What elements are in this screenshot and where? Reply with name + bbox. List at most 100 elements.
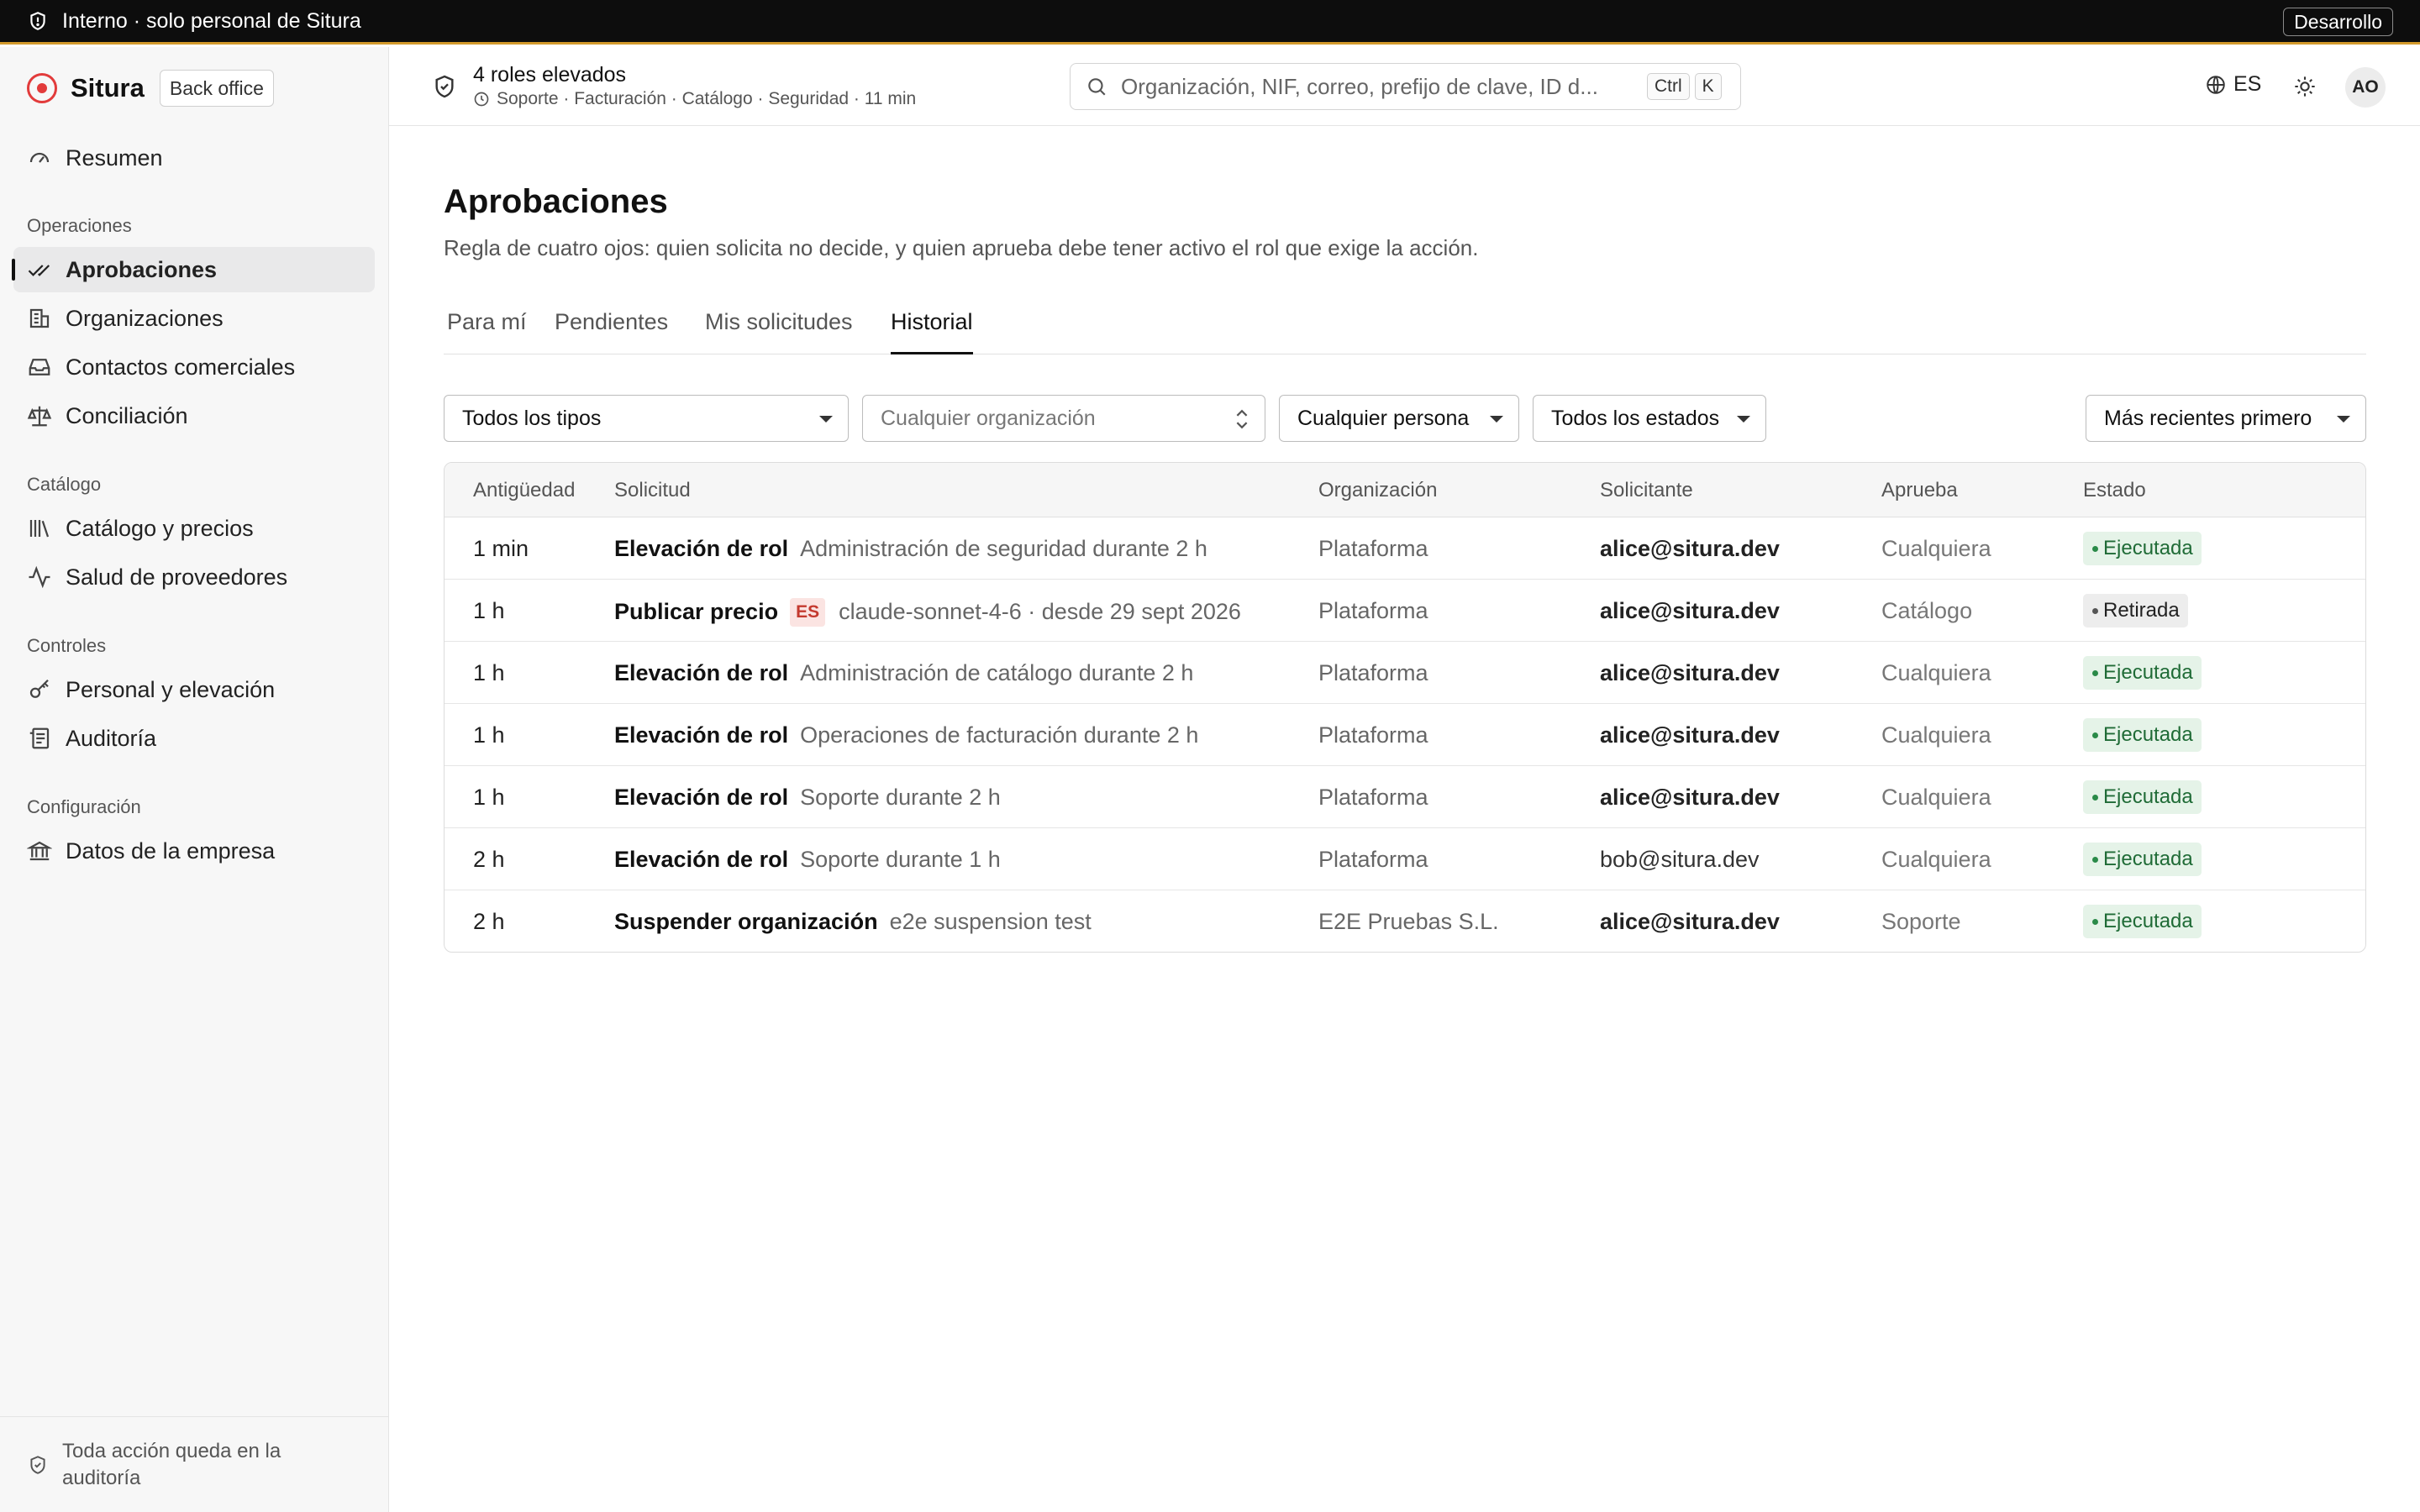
cell-request: Elevación de rol Soporte durante 2 h [614, 785, 1001, 811]
language-switcher[interactable]: ES [2205, 72, 2261, 97]
column-header-antiguedad[interactable]: Antigüedad [473, 479, 575, 502]
table-header: Antigüedad Solicitud Organización Solici… [445, 463, 2365, 517]
sidebar-item-label: Conciliación [66, 402, 188, 428]
activity-icon [29, 565, 50, 589]
elevated-roles-indicator[interactable]: 4 roles elevados Soporte · Facturación ·… [431, 62, 916, 111]
cell-requester: alice@situra.dev [1600, 785, 1780, 810]
sidebar-item-resumen[interactable]: Resumen [13, 135, 375, 181]
language-label: ES [2233, 72, 2262, 96]
gauge-icon [29, 152, 50, 163]
cell-approver: Cualquiera [1881, 536, 1991, 561]
column-header-solicitante[interactable]: Solicitante [1600, 479, 1693, 502]
type-filter-value: Todos los tipos [462, 406, 602, 430]
column-header-estado[interactable]: Estado [2083, 479, 2146, 502]
sidebar-item-personal-elevacion[interactable]: Personal y elevación [13, 667, 375, 712]
person-filter[interactable]: Cualquier persona [1279, 395, 1519, 442]
key-icon [29, 679, 49, 698]
cell-approver: Cualquiera [1881, 847, 1991, 872]
theme-toggle[interactable] [2291, 72, 2319, 101]
sidebar-item-aprobaciones[interactable]: Aprobaciones [12, 247, 375, 292]
chevron-down-icon [1490, 416, 1503, 423]
sidebar-item-datos-empresa[interactable]: Datos de la empresa [13, 828, 375, 874]
cell-approver: Soporte [1881, 909, 1961, 934]
cell-approver: Cualquiera [1881, 660, 1991, 685]
sidebar-item-label: Organizaciones [66, 305, 224, 331]
back-office-badge: Back office [159, 70, 274, 107]
sidebar-item-organizaciones[interactable]: Organizaciones [13, 296, 375, 341]
sidebar-item-contactos-comerciales[interactable]: Contactos comerciales [13, 344, 375, 390]
cell-organization: Plataforma [1318, 785, 1428, 810]
banner-text: Interno · solo personal de Situra [62, 8, 361, 33]
library-icon [29, 520, 50, 538]
tab-historial[interactable]: Historial [891, 309, 973, 354]
organization-filter[interactable]: Cualquier organización [862, 395, 1265, 442]
cell-organization: Plataforma [1318, 722, 1428, 748]
table-row[interactable]: 2 h Elevación de rol Soporte durante 1 h … [445, 828, 2365, 890]
brand-name[interactable]: Situra [71, 73, 145, 103]
cell-approver: Cualquiera [1881, 722, 1991, 748]
request-type: Elevación de rol [614, 722, 789, 748]
page-subtitle: Regla de cuatro ojos: quien solicita no … [444, 235, 1479, 260]
chevron-down-icon [1737, 416, 1750, 423]
request-type: Elevación de rol [614, 847, 789, 872]
table-row[interactable]: 1 h Elevación de rol Operaciones de factu… [445, 704, 2365, 766]
type-filter[interactable]: Todos los tipos [444, 395, 849, 442]
sidebar: Situra Back office Resumen Operaciones A… [0, 47, 389, 1512]
request-type: Suspender organización [614, 909, 878, 934]
request-detail: Soporte durante 2 h [800, 785, 1001, 810]
sort-select-value: Más recientes primero [2104, 406, 2312, 430]
search-input[interactable] [1121, 73, 1642, 100]
request-detail: Administración de seguridad durante 2 h [800, 536, 1207, 561]
tab-para-mi[interactable]: Para mí [447, 309, 527, 353]
cell-approver: Catálogo [1881, 598, 1973, 623]
chevron-updown-icon [1236, 409, 1248, 429]
status-badge: Retirada [2083, 594, 2188, 627]
sidebar-item-auditoria[interactable]: Auditoría [13, 716, 375, 761]
table-row[interactable]: 2 h Suspender organización e2e suspension… [445, 890, 2365, 952]
sidebar-item-label: Auditoría [66, 725, 157, 751]
double-check-icon [28, 265, 50, 276]
user-avatar[interactable]: AO [2345, 67, 2386, 108]
brand-logo-icon[interactable] [27, 73, 57, 103]
status-badge: Ejecutada [2083, 718, 2202, 752]
inbox-icon [29, 359, 50, 375]
elevated-roles-detail: Soporte · Facturación · Catálogo · Segur… [473, 87, 916, 111]
cell-age: 2 h [473, 909, 505, 934]
sidebar-item-catalogo-precios[interactable]: Catálogo y precios [13, 506, 375, 551]
cell-requester: alice@situra.dev [1600, 536, 1780, 561]
organization-filter-placeholder: Cualquier organización [881, 406, 1096, 430]
receipt-icon [29, 727, 50, 749]
cell-age: 1 h [473, 722, 505, 748]
column-header-organizacion[interactable]: Organización [1318, 479, 1437, 502]
approvals-history-table: Antigüedad Solicitud Organización Solici… [444, 462, 2366, 953]
global-search[interactable]: Ctrl K [1070, 63, 1741, 110]
status-badge: Ejecutada [2083, 656, 2202, 690]
request-type: Elevación de rol [614, 536, 789, 561]
shortcut-k-key: K [1694, 73, 1722, 100]
cell-requester: alice@situra.dev [1600, 660, 1780, 685]
shield-check-icon [435, 75, 454, 98]
sidebar-item-salud-proveedores[interactable]: Salud de proveedores [13, 554, 375, 600]
status-badge: Ejecutada [2083, 780, 2202, 814]
brand: Situra Back office [27, 67, 274, 109]
column-header-aprueba[interactable]: Aprueba [1881, 479, 1958, 502]
table-row[interactable]: 1 h Publicar precio ES claude-sonnet-4-6 ·… [445, 580, 2365, 642]
shield-icon [30, 12, 45, 30]
table-row[interactable]: 1 min Elevación de rol Administración de … [445, 517, 2365, 580]
sidebar-item-label: Datos de la empresa [66, 837, 276, 864]
request-detail: Soporte durante 1 h [800, 847, 1001, 872]
column-header-solicitud[interactable]: Solicitud [614, 479, 691, 502]
nav-section-catalogo: Catálogo [27, 474, 102, 495]
status-filter[interactable]: Todos los estados [1533, 395, 1766, 442]
sidebar-item-conciliacion[interactable]: Conciliación [13, 393, 375, 438]
status-badge: Ejecutada [2083, 905, 2202, 938]
cell-organization: Plataforma [1318, 660, 1428, 685]
search-icon [1088, 78, 1106, 96]
tab-pendientes[interactable]: Pendientes [555, 309, 668, 353]
elevated-roles-detail-text: Soporte · Facturación · Catálogo · Segur… [497, 89, 917, 108]
table-row[interactable]: 1 h Elevación de rol Soporte durante 2 h … [445, 766, 2365, 828]
nav-section-operaciones: Operaciones [27, 215, 132, 236]
table-row[interactable]: 1 h Elevación de rol Administración de ca… [445, 642, 2365, 704]
sort-select[interactable]: Más recientes primero [2086, 395, 2366, 442]
tab-mis-solicitudes[interactable]: Mis solicitudes [705, 309, 853, 353]
